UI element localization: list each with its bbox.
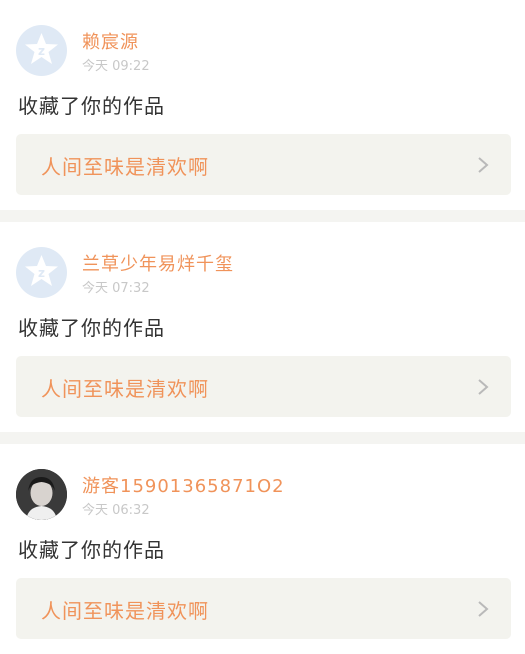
svg-text:z: z xyxy=(38,266,45,280)
notification-item: 游客15901365871O2 今天 06:32 收藏了你的作品 人间至味是清欢… xyxy=(0,444,525,654)
notification-item: z 兰草少年易烊千玺 今天 07:32 收藏了你的作品 人间至味是清欢啊 xyxy=(0,222,525,432)
action-text: 收藏了你的作品 xyxy=(18,316,165,340)
separator xyxy=(0,210,525,222)
user-photo-avatar[interactable] xyxy=(16,469,67,520)
work-title: 人间至味是清欢啊 xyxy=(41,599,209,623)
timestamp: 今天 09:22 xyxy=(82,59,150,74)
username[interactable]: 兰草少年易烊千玺 xyxy=(82,250,234,276)
separator xyxy=(0,432,525,444)
work-title: 人间至味是清欢啊 xyxy=(41,377,209,401)
chevron-right-icon xyxy=(478,379,489,395)
timestamp: 今天 07:32 xyxy=(82,281,150,296)
username[interactable]: 游客15901365871O2 xyxy=(82,472,285,498)
svg-text:z: z xyxy=(38,44,45,58)
work-link[interactable]: 人间至味是清欢啊 xyxy=(16,578,511,639)
default-avatar-icon[interactable]: z xyxy=(16,25,67,76)
chevron-right-icon xyxy=(478,601,489,617)
notification-feed: z 赖宸源 今天 09:22 收藏了你的作品 人间至味是清欢啊 z 兰草少年易烊… xyxy=(0,0,525,654)
username[interactable]: 赖宸源 xyxy=(82,28,139,54)
chevron-right-icon xyxy=(478,157,489,173)
default-avatar-icon[interactable]: z xyxy=(16,247,67,298)
work-title: 人间至味是清欢啊 xyxy=(41,155,209,179)
timestamp: 今天 06:32 xyxy=(82,503,150,518)
work-link[interactable]: 人间至味是清欢啊 xyxy=(16,134,511,195)
action-text: 收藏了你的作品 xyxy=(18,538,165,562)
action-text: 收藏了你的作品 xyxy=(18,94,165,118)
work-link[interactable]: 人间至味是清欢啊 xyxy=(16,356,511,417)
notification-item: z 赖宸源 今天 09:22 收藏了你的作品 人间至味是清欢啊 xyxy=(0,0,525,210)
